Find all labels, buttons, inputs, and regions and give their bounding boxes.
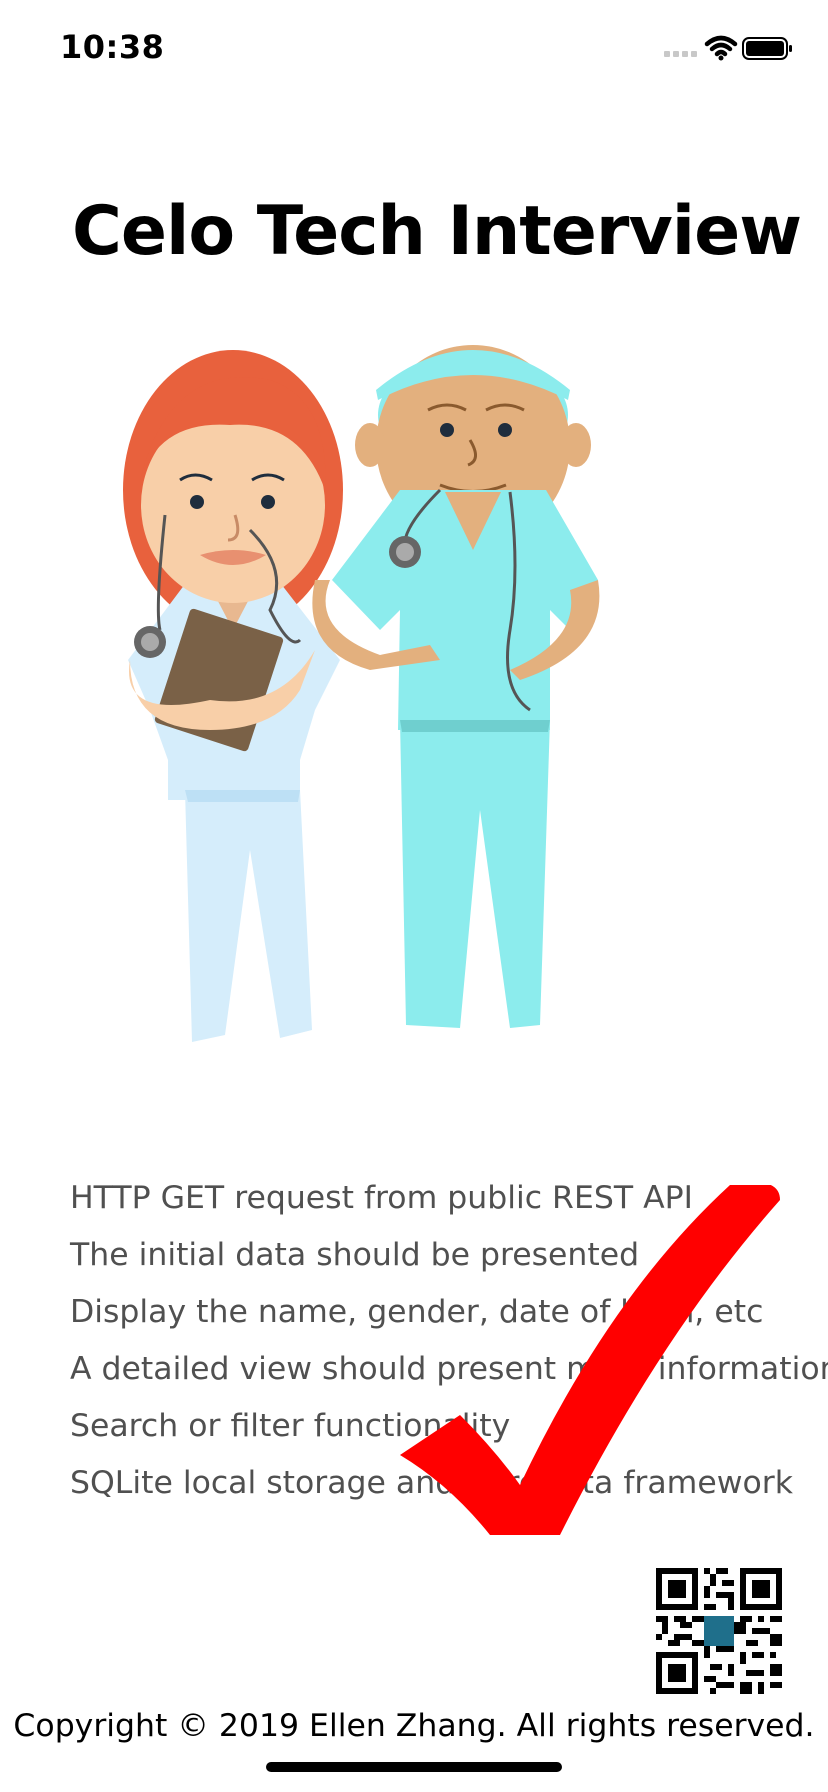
wifi-icon — [704, 35, 738, 61]
feature-item: Search or filter functionality — [70, 1408, 511, 1444]
feature-item: Display the name, gender, date of birth,… — [70, 1294, 764, 1330]
cellular-signal-icon — [664, 51, 697, 57]
feature-item: HTTP GET request from public REST API — [70, 1180, 693, 1216]
female-doctor — [123, 350, 343, 1042]
feature-item: SQLite local storage and CoreData framew… — [70, 1465, 793, 1501]
feature-list: HTTP GET request from public REST API Th… — [70, 1170, 828, 1512]
status-icons — [664, 35, 792, 61]
feature-item: A detailed view should present more info… — [70, 1351, 828, 1387]
doctor-and-surgeon-illustration — [123, 345, 600, 1042]
feature-item: The initial data should be presented — [70, 1237, 640, 1273]
qr-code — [656, 1568, 782, 1694]
status-time: 10:38 — [60, 28, 165, 66]
male-surgeon — [312, 345, 600, 1028]
status-bar: 10:38 — [0, 0, 828, 100]
home-indicator[interactable] — [266, 1762, 562, 1772]
copyright-text: Copyright © 2019 Ellen Zhang. All rights… — [13, 1708, 815, 1744]
page-title: Celo Tech Interview — [72, 192, 802, 271]
battery-icon — [742, 37, 792, 60]
